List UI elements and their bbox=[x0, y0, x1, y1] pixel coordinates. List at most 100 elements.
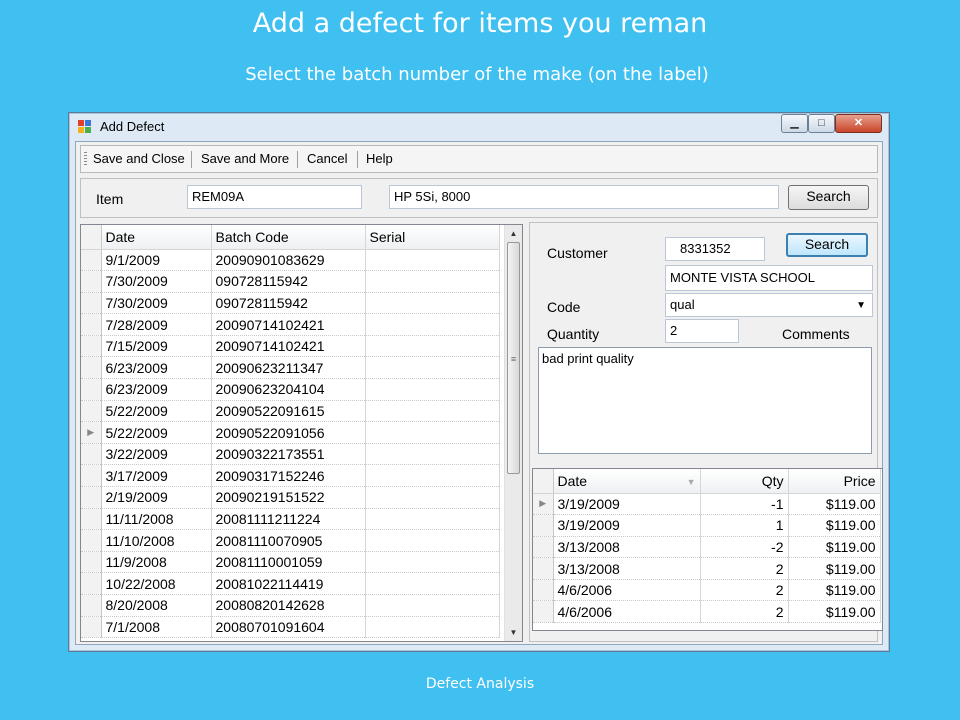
history-row[interactable]: 3/13/2008 -2 $119.00 bbox=[533, 536, 881, 559]
history-date-cell[interactable]: 3/19/2009 bbox=[553, 514, 701, 537]
batch-code-cell[interactable]: 20090522091056 bbox=[211, 421, 366, 444]
dropdown-arrow-icon[interactable]: ▼ bbox=[856, 300, 866, 311]
column-header-batch-code[interactable]: Batch Code bbox=[211, 225, 366, 250]
help-button[interactable]: Help bbox=[366, 151, 393, 166]
batch-serial-cell[interactable] bbox=[365, 378, 500, 401]
cancel-button[interactable]: Cancel bbox=[307, 151, 347, 166]
batch-code-cell[interactable]: 20090623204104 bbox=[211, 378, 366, 401]
batch-code-cell[interactable]: 20090322173551 bbox=[211, 443, 366, 466]
history-qty-cell[interactable]: -1 bbox=[700, 493, 789, 516]
quantity-field[interactable]: 2 bbox=[665, 319, 739, 343]
row-header[interactable] bbox=[81, 270, 102, 293]
batch-date-cell[interactable]: 6/23/2009 bbox=[101, 378, 212, 401]
batch-date-cell[interactable]: 5/22/2009 bbox=[101, 421, 212, 444]
batch-row[interactable]: 7/30/2009 090728115942 bbox=[81, 292, 500, 315]
scroll-thumb[interactable]: ≡ bbox=[507, 242, 520, 474]
history-qty-cell[interactable]: 2 bbox=[700, 557, 789, 580]
batch-code-cell[interactable]: 20080701091604 bbox=[211, 616, 366, 639]
batch-date-cell[interactable]: 10/22/2008 bbox=[101, 572, 212, 595]
scroll-down-arrow-icon[interactable]: ▼ bbox=[505, 624, 522, 641]
batch-row[interactable]: 8/20/2008 20080820142628 bbox=[81, 594, 500, 617]
batch-date-cell[interactable]: 11/10/2008 bbox=[101, 529, 212, 552]
item-code-field[interactable]: REM09A bbox=[187, 185, 362, 209]
row-header[interactable] bbox=[81, 508, 102, 531]
row-header[interactable] bbox=[81, 572, 102, 595]
history-row[interactable]: 4/6/2006 2 $119.00 bbox=[533, 600, 881, 624]
batch-date-cell[interactable]: 11/11/2008 bbox=[101, 508, 212, 531]
batch-row[interactable]: 11/9/2008 20081110001059 bbox=[81, 551, 500, 574]
batch-serial-cell[interactable] bbox=[365, 443, 500, 466]
batch-date-cell[interactable]: 8/20/2008 bbox=[101, 594, 212, 617]
batch-serial-cell[interactable] bbox=[365, 551, 500, 574]
history-price-cell[interactable]: $119.00 bbox=[788, 579, 881, 602]
row-header[interactable] bbox=[81, 335, 102, 358]
row-header[interactable] bbox=[81, 594, 102, 617]
batch-row[interactable]: 10/22/2008 20081022114419 bbox=[81, 572, 500, 595]
batch-code-cell[interactable]: 20090714102421 bbox=[211, 313, 366, 336]
batch-date-cell[interactable]: 11/9/2008 bbox=[101, 551, 212, 574]
history-date-cell[interactable]: 4/6/2006 bbox=[553, 579, 701, 602]
batch-serial-cell[interactable] bbox=[365, 270, 500, 293]
batch-date-cell[interactable]: 7/28/2009 bbox=[101, 313, 212, 336]
history-date-cell[interactable]: 3/13/2008 bbox=[553, 536, 701, 559]
batch-date-cell[interactable]: 7/30/2009 bbox=[101, 270, 212, 293]
row-header[interactable] bbox=[81, 616, 102, 639]
batch-serial-cell[interactable] bbox=[365, 421, 500, 444]
row-header[interactable] bbox=[81, 313, 102, 336]
batch-row[interactable]: 7/15/2009 20090714102421 bbox=[81, 335, 500, 358]
batch-code-cell[interactable]: 20080820142628 bbox=[211, 594, 366, 617]
batch-serial-cell[interactable] bbox=[365, 508, 500, 531]
history-price-cell[interactable]: $119.00 bbox=[788, 514, 881, 537]
code-select[interactable]: qual ▼ bbox=[665, 293, 873, 317]
history-row[interactable]: 4/6/2006 2 $119.00 bbox=[533, 579, 881, 602]
row-header[interactable]: ▶ bbox=[81, 421, 102, 444]
batch-code-cell[interactable]: 20090623211347 bbox=[211, 356, 366, 380]
batch-date-cell[interactable]: 9/1/2009 bbox=[101, 249, 212, 272]
batch-row[interactable]: 7/1/2008 20080701091604 bbox=[81, 616, 500, 639]
batch-serial-cell[interactable] bbox=[365, 594, 500, 617]
batch-serial-cell[interactable] bbox=[365, 529, 500, 552]
row-header[interactable] bbox=[81, 529, 102, 552]
batch-code-cell[interactable]: 20090901083629 bbox=[211, 249, 366, 272]
history-date-cell[interactable]: 3/19/2009 bbox=[553, 493, 701, 516]
scroll-up-arrow-icon[interactable]: ▲ bbox=[505, 225, 522, 242]
history-row[interactable]: 3/19/2009 1 $119.00 bbox=[533, 514, 881, 537]
batch-date-cell[interactable]: 6/23/2009 bbox=[101, 356, 212, 380]
batch-code-cell[interactable]: 090728115942 bbox=[211, 292, 366, 315]
row-header[interactable] bbox=[81, 378, 102, 401]
item-description-field[interactable]: HP 5Si, 8000 bbox=[389, 185, 779, 209]
batch-code-cell[interactable]: 20081111211224 bbox=[211, 508, 366, 531]
batch-code-cell[interactable]: 20090317152246 bbox=[211, 464, 366, 488]
row-header[interactable] bbox=[533, 536, 554, 559]
batch-date-cell[interactable]: 7/15/2009 bbox=[101, 335, 212, 358]
row-header[interactable] bbox=[81, 486, 102, 509]
batch-serial-cell[interactable] bbox=[365, 356, 500, 380]
batch-serial-cell[interactable] bbox=[365, 400, 500, 423]
batch-date-cell[interactable]: 7/1/2008 bbox=[101, 616, 212, 639]
batch-serial-cell[interactable] bbox=[365, 335, 500, 358]
batch-serial-cell[interactable] bbox=[365, 486, 500, 509]
history-qty-cell[interactable]: 1 bbox=[700, 514, 789, 537]
minimize-button[interactable]: ▁ bbox=[781, 114, 808, 133]
batch-row[interactable]: 7/28/2009 20090714102421 bbox=[81, 313, 500, 336]
batch-serial-cell[interactable] bbox=[365, 292, 500, 315]
batch-serial-cell[interactable] bbox=[365, 313, 500, 336]
batch-serial-cell[interactable] bbox=[365, 572, 500, 595]
history-qty-cell[interactable]: 2 bbox=[700, 579, 789, 602]
batch-row[interactable]: 6/23/2009 20090623211347 bbox=[81, 356, 500, 380]
title-bar[interactable]: Add Defect ▁ □ ✕ bbox=[69, 113, 889, 141]
batch-code-cell[interactable]: 20090219151522 bbox=[211, 486, 366, 509]
customer-search-button[interactable]: Search bbox=[786, 233, 868, 257]
row-header[interactable] bbox=[81, 356, 102, 380]
column-header-price[interactable]: Price bbox=[788, 469, 881, 494]
row-header[interactable] bbox=[81, 249, 102, 272]
history-date-cell[interactable]: 3/13/2008 bbox=[553, 557, 701, 580]
row-header[interactable] bbox=[81, 292, 102, 315]
maximize-button[interactable]: □ bbox=[808, 114, 835, 133]
history-row[interactable]: ▶ 3/19/2009 -1 $119.00 bbox=[533, 493, 881, 516]
batch-date-cell[interactable]: 5/22/2009 bbox=[101, 400, 212, 423]
history-row[interactable]: 3/13/2008 2 $119.00 bbox=[533, 557, 881, 580]
batch-code-cell[interactable]: 20090522091615 bbox=[211, 400, 366, 423]
batch-code-cell[interactable]: 20081110001059 bbox=[211, 551, 366, 574]
batch-serial-cell[interactable] bbox=[365, 464, 500, 488]
